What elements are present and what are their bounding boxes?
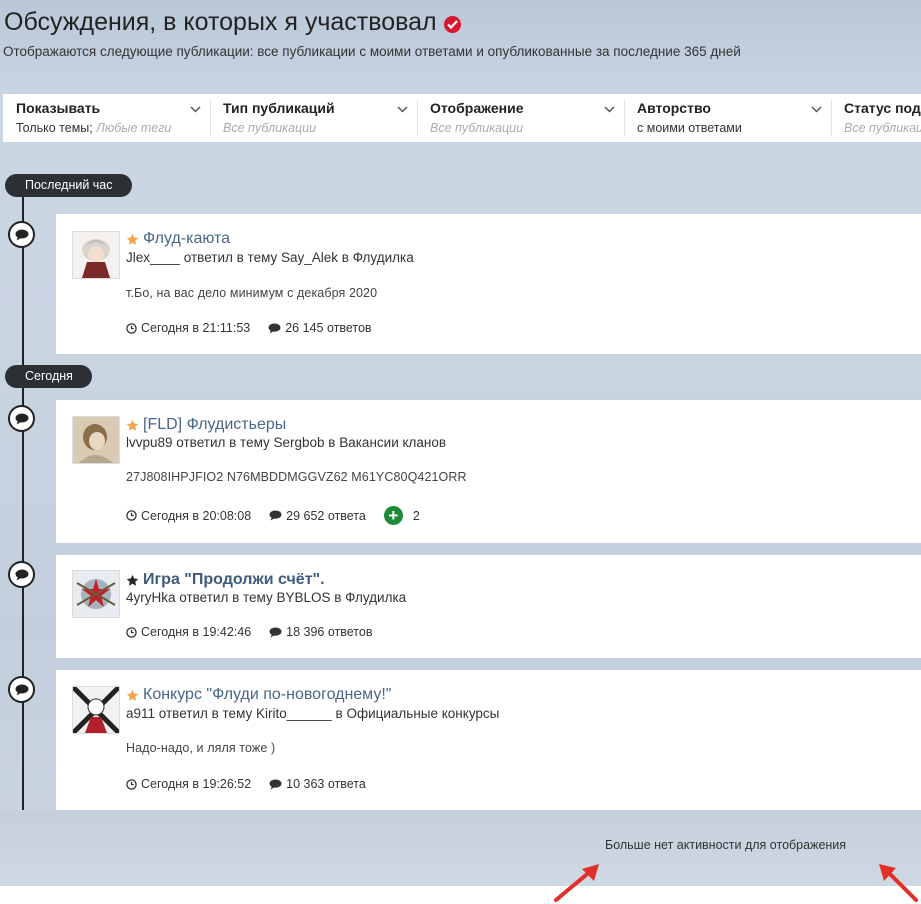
activity-meta: Jlex____ ответил в тему Say_Alek в Флуди… <box>126 250 414 265</box>
filter-label: Авторство <box>637 100 711 116</box>
filter-label: Тип публикаций <box>223 100 335 116</box>
timestamp[interactable]: Сегодня в 19:42:46 <box>141 625 251 639</box>
comment-bubble-icon <box>8 676 35 703</box>
avatar[interactable] <box>72 416 120 464</box>
filter-follow-status[interactable]: Статус подписки Все публикации <box>831 94 921 142</box>
card-footer: Сегодня в 21:11:53 26 145 ответов <box>126 321 372 335</box>
clock-icon <box>126 322 137 334</box>
filter-show[interactable]: Показывать Только темы; Любые теги <box>3 94 210 142</box>
filter-value: с моими ответами <box>637 121 742 135</box>
post-snippet: т.Бо, на вас дело минимум с декабря 2020 <box>126 286 378 300</box>
filter-label: Отображение <box>430 100 524 116</box>
star-icon <box>126 689 139 701</box>
filter-publication-type[interactable]: Тип публикаций Все публикации <box>210 94 417 142</box>
filter-value: Все публикации <box>430 121 524 135</box>
no-more-activity-text: Больше нет активности для отображения <box>605 838 847 852</box>
star-icon <box>126 419 139 431</box>
filter-value: Только темы; Любые теги <box>16 121 172 135</box>
reply-count: 10 363 ответа <box>286 777 366 791</box>
plus-reaction-icon[interactable]: + <box>383 506 403 525</box>
post-snippet: Надо-надо, и ляля тоже ) <box>126 741 276 755</box>
page-subtitle: Отображаются следующие публикации: все п… <box>3 44 741 59</box>
activity-meta: a911 ответил в тему Kirito______ в Офици… <box>126 706 500 721</box>
reply-count: 18 396 ответов <box>286 625 373 639</box>
activity-card: Игра "Продолжи счёт". 4yryHka ответил в … <box>56 555 921 658</box>
comment-icon <box>269 626 282 638</box>
avatar[interactable] <box>72 231 120 279</box>
card-footer: Сегодня в 19:42:46 18 396 ответов <box>126 625 372 639</box>
topic-title-link[interactable]: [FLD] Флудистьеры <box>126 416 286 434</box>
star-icon <box>126 574 139 586</box>
comment-icon <box>269 510 282 521</box>
comment-bubble-icon <box>8 405 35 432</box>
star-icon <box>126 233 139 245</box>
filter-authorship[interactable]: Авторство с моими ответами <box>624 94 831 142</box>
topic-title-link[interactable]: Конкурс "Флуди по-новогоднему!" <box>126 686 391 704</box>
timestamp[interactable]: Сегодня в 19:26:52 <box>141 777 251 791</box>
topic-title-text: Флуд-каюта <box>143 230 231 247</box>
card-footer: Сегодня в 20:08:08 29 652 ответа + 2 <box>126 506 420 525</box>
card-footer: Сегодня в 19:26:52 10 363 ответа <box>126 777 366 791</box>
page-bottom <box>0 886 921 904</box>
topic-title-text: [FLD] Флудистьеры <box>143 416 287 433</box>
topic-title-text: Игра "Продолжи счёт". <box>143 571 325 588</box>
topic-title-link[interactable]: Флуд-каюта <box>126 230 230 248</box>
timestamp[interactable]: Сегодня в 20:08:08 <box>141 509 251 523</box>
activity-card: Флуд-каюта Jlex____ ответил в тему Say_A… <box>56 214 921 354</box>
activity-meta: lvvpu89 ответил в тему Sergbob в Ваканси… <box>126 435 447 450</box>
reply-count: 26 145 ответов <box>285 321 372 335</box>
chevron-down-icon <box>190 106 201 113</box>
page-title-text: Обсуждения, в которых я участвовал <box>4 8 437 36</box>
timeline-line <box>22 186 24 810</box>
chevron-down-icon <box>811 106 822 113</box>
verified-check-icon <box>443 15 461 33</box>
group-label-today: Сегодня <box>5 365 92 388</box>
filter-value: Все публикации <box>844 121 921 135</box>
avatar[interactable] <box>72 686 120 734</box>
clock-icon <box>126 626 137 638</box>
annotation-arrow-icon <box>879 864 918 902</box>
clock-icon <box>126 778 137 790</box>
chevron-down-icon <box>604 106 615 113</box>
activity-card: Конкурс "Флуди по-новогоднему!" a911 отв… <box>56 670 921 810</box>
reply-count: 29 652 ответа <box>286 508 366 523</box>
activity-meta: 4yryHka ответил в тему BYBLOS в Флудилка <box>126 590 407 605</box>
topic-title-text: Конкурс "Флуди по-новогоднему!" <box>143 686 392 703</box>
page-title: Обсуждения, в которых я участвовал <box>4 8 461 37</box>
timestamp[interactable]: Сегодня в 21:11:53 <box>141 321 250 335</box>
activity-card: [FLD] Флудистьеры lvvpu89 ответил в тему… <box>56 400 921 543</box>
avatar[interactable] <box>72 570 120 618</box>
filter-display[interactable]: Отображение Все публикации <box>417 94 624 142</box>
filter-label: Показывать <box>16 100 101 116</box>
annotation-arrow-icon <box>554 864 599 902</box>
group-label-last-hour: Последний час <box>5 174 132 197</box>
clock-icon <box>126 510 137 521</box>
comment-icon <box>269 778 282 790</box>
filter-bar: Показывать Только темы; Любые теги Тип п… <box>3 94 921 142</box>
post-snippet: 27J808IHPJFIO2 N76MBDDMGGVZ62 M61YC80Q42… <box>126 470 467 484</box>
reaction-count: 2 <box>412 508 420 523</box>
comment-bubble-icon <box>8 221 35 248</box>
filter-label: Статус подписки <box>844 100 921 116</box>
comment-icon <box>268 322 281 334</box>
comment-bubble-icon <box>8 561 35 588</box>
filter-value: Все публикации <box>223 121 317 135</box>
chevron-down-icon <box>397 106 408 113</box>
topic-title-link[interactable]: Игра "Продолжи счёт". <box>126 571 325 589</box>
